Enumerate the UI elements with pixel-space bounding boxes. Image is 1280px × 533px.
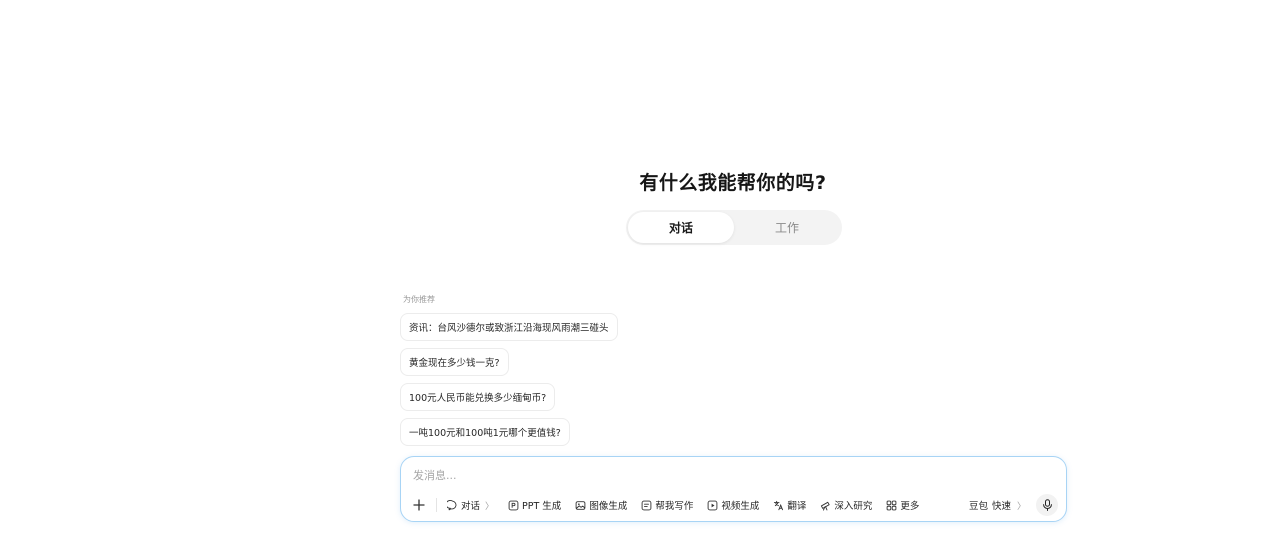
- image-generate-button[interactable]: 图像生成: [575, 498, 627, 512]
- composer-toolbar: 对话 〉 PPT 生成 图像生成 帮我写作 视频生成 翻译 深入研究 更多 豆包…: [409, 494, 1058, 516]
- write-assist-button[interactable]: 帮我写作: [641, 498, 693, 512]
- video-generate-label: 视频生成: [721, 501, 760, 512]
- recommendation-chip[interactable]: 100元人民币能兑换多少缅甸币?: [400, 383, 556, 411]
- message-input[interactable]: [413, 465, 1033, 485]
- recommendations-label: 为你推荐: [403, 295, 435, 304]
- microphone-icon: [1042, 499, 1052, 511]
- chevron-right-icon: 〉: [1016, 501, 1026, 512]
- model-name: 豆包: [968, 501, 988, 512]
- grid-icon: [887, 500, 897, 510]
- ppt-icon: [508, 500, 519, 510]
- image-generate-label: 图像生成: [589, 501, 628, 512]
- recommendation-chip[interactable]: 黄金现在多少钱一克?: [400, 348, 509, 376]
- ppt-generate-button[interactable]: PPT 生成: [508, 498, 561, 512]
- deep-research-label: 深入研究: [834, 501, 873, 512]
- recommendations-list: 资讯：台风沙德尔或致浙江沿海现风雨潮三碰头 黄金现在多少钱一克? 100元人民币…: [400, 313, 618, 446]
- recommendation-chip[interactable]: 一吨100元和100吨1元哪个更值钱?: [400, 418, 570, 446]
- translate-icon: [774, 500, 784, 510]
- model-mode: 快速: [991, 501, 1011, 512]
- translate-button[interactable]: 翻译: [773, 498, 806, 512]
- plus-icon: [413, 499, 425, 511]
- tab-work[interactable]: 工作: [734, 212, 840, 243]
- mode-toggle: 对话 工作: [626, 210, 842, 245]
- video-generate-button[interactable]: 视频生成: [707, 498, 759, 512]
- recommendation-chip[interactable]: 资讯：台风沙德尔或致浙江沿海现风雨潮三碰头: [400, 313, 618, 341]
- chevron-right-icon: 〉: [485, 501, 495, 512]
- message-composer: 对话 〉 PPT 生成 图像生成: [400, 456, 1067, 522]
- chat-bubble-icon: [447, 499, 457, 510]
- model-selector[interactable]: 豆包 快速 〉: [969, 498, 1026, 512]
- attach-button[interactable]: [410, 496, 428, 514]
- chat-home-page: 有什么我能帮你的吗? 对话 工作 为你推荐 资讯：台风沙德尔或致浙江沿海现风雨潮…: [0, 0, 1280, 533]
- tab-chat[interactable]: 对话: [628, 212, 734, 243]
- translate-label: 翻译: [787, 501, 807, 512]
- deep-research-button[interactable]: 深入研究: [820, 498, 872, 512]
- page-title: 有什么我能帮你的吗?: [639, 172, 827, 194]
- video-icon: [707, 500, 718, 510]
- toolbar-divider: [436, 498, 437, 512]
- write-assist-label: 帮我写作: [655, 501, 694, 512]
- voice-input-button[interactable]: [1036, 494, 1058, 516]
- image-icon: [575, 500, 586, 510]
- chat-mode-label: 对话: [461, 501, 481, 512]
- more-tools-label: 更多: [900, 501, 920, 512]
- write-icon: [641, 500, 652, 510]
- more-tools-button[interactable]: 更多: [886, 498, 919, 512]
- chat-mode-button[interactable]: 对话 〉: [447, 498, 494, 512]
- ppt-generate-label: PPT 生成: [522, 501, 562, 512]
- telescope-icon: [821, 501, 830, 511]
